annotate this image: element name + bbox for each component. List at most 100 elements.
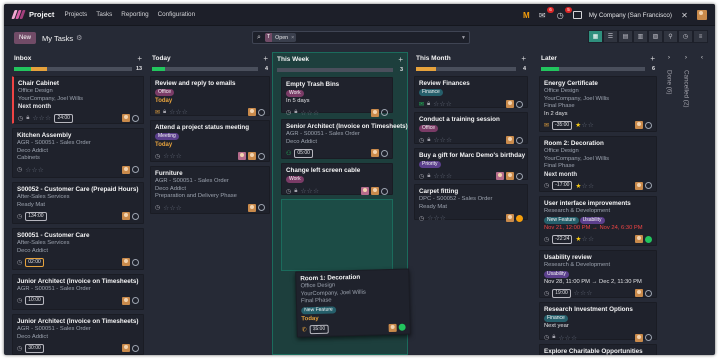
status-icon[interactable] xyxy=(645,334,652,341)
status-warning-icon[interactable] xyxy=(516,214,523,222)
priority-stars[interactable]: ☆☆☆ xyxy=(574,289,593,297)
assignee-avatar[interactable] xyxy=(248,203,256,212)
column-title[interactable]: Inbox xyxy=(14,55,31,62)
status-icon[interactable] xyxy=(132,166,139,173)
task-card[interactable]: S00052 - Customer Care (Prepaid Hours) A… xyxy=(12,182,144,224)
task-card[interactable]: Room 2: Decoration Office Design YourCom… xyxy=(539,136,657,192)
clock-icon[interactable]: ◷ xyxy=(544,334,549,341)
assignee-avatar[interactable] xyxy=(122,212,130,220)
status-icon[interactable] xyxy=(258,204,265,211)
assignee-avatar[interactable] xyxy=(371,187,379,195)
task-card[interactable]: Review and reply to emails Office Today … xyxy=(150,76,270,116)
status-icon[interactable] xyxy=(132,114,139,122)
status-icon[interactable] xyxy=(132,297,139,304)
column-progress-bar[interactable] xyxy=(14,66,132,71)
company-switcher[interactable]: My Company (San Francisco) xyxy=(589,12,672,19)
task-card[interactable]: Explore Charitable Opportunities xyxy=(539,344,657,355)
task-card[interactable]: Carpet fitting DPC - S00052 - Sales Orde… xyxy=(414,184,528,222)
assignee-avatar[interactable] xyxy=(122,344,130,352)
quick-create-icon[interactable]: + xyxy=(521,54,526,63)
clock-icon[interactable]: ◷ xyxy=(544,290,549,297)
quick-create-icon[interactable]: + xyxy=(650,54,655,63)
priority-stars[interactable]: ☆☆☆ xyxy=(32,114,51,122)
column-progress-bar[interactable] xyxy=(277,67,393,72)
priority-stars[interactable]: ☆☆☆ xyxy=(25,166,44,174)
email-activity-icon[interactable]: ✉ xyxy=(419,101,424,108)
status-icon[interactable] xyxy=(645,121,652,129)
quick-create-icon[interactable]: + xyxy=(263,54,268,63)
assignee-avatar[interactable] xyxy=(506,214,514,222)
assignee-avatar[interactable] xyxy=(635,333,643,342)
assignee-avatar[interactable] xyxy=(506,136,514,144)
priority-stars[interactable]: ☆☆☆ xyxy=(427,214,446,222)
menu-projects[interactable]: Projects xyxy=(64,11,87,18)
column-title[interactable]: Today xyxy=(152,55,171,62)
clock-icon[interactable]: ◷ xyxy=(17,345,22,352)
task-card[interactable]: Furniture AGR - S00051 - Sales Order Dec… xyxy=(150,166,270,214)
task-card[interactable]: Chair Cabinet Office Design YourCompany,… xyxy=(12,76,144,124)
folded-column-cancelled[interactable]: › Cancelled (2) xyxy=(678,52,694,355)
task-card[interactable]: Attend a project status meeting Meeting … xyxy=(150,120,270,162)
assignee-avatar[interactable] xyxy=(635,289,643,297)
user-avatar[interactable] xyxy=(697,10,707,20)
clock-icon[interactable]: ◷ xyxy=(544,182,549,189)
status-icon[interactable] xyxy=(258,108,265,116)
task-card[interactable]: Usability review Research & Development … xyxy=(539,250,657,298)
status-icon[interactable] xyxy=(381,187,388,195)
task-card[interactable]: Change left screen cable Work ◷ 🔒︎ ☆☆☆ xyxy=(281,163,393,195)
priority-stars[interactable]: ☆☆☆ xyxy=(300,187,319,195)
assignee-avatar[interactable] xyxy=(635,121,643,129)
assignee-avatar[interactable] xyxy=(635,181,643,190)
activity-clock-icon[interactable]: ◷ 5 xyxy=(555,6,572,21)
status-icon[interactable] xyxy=(132,258,139,266)
assignee-avatar[interactable] xyxy=(371,149,379,157)
task-card[interactable]: Junior Architect (Invoice on Timesheets)… xyxy=(12,314,144,355)
assignee-avatar[interactable] xyxy=(635,235,643,243)
clock-icon[interactable]: ◷ xyxy=(17,213,22,220)
assignee-avatar[interactable] xyxy=(248,108,256,116)
menu-configuration[interactable]: Configuration xyxy=(158,11,195,18)
priority-stars[interactable]: ☆☆☆ xyxy=(163,152,182,160)
assignee-avatar[interactable] xyxy=(506,172,514,180)
clock-icon[interactable]: ◷ xyxy=(17,166,22,173)
task-card[interactable]: User interface improvements Research & D… xyxy=(539,196,657,246)
dragged-task-card[interactable]: Room 1: Decoration Office Design YourCom… xyxy=(295,268,411,338)
assignee-avatar[interactable] xyxy=(122,258,130,266)
assignee-avatar[interactable] xyxy=(388,323,397,332)
column-title[interactable]: This Month xyxy=(416,55,451,62)
status-icon[interactable] xyxy=(258,152,265,160)
list-view-icon[interactable]: ☰ xyxy=(603,30,618,43)
assignee-avatar[interactable] xyxy=(122,165,130,174)
status-icon[interactable] xyxy=(381,109,388,116)
messages-icon[interactable]: ✉ 6 xyxy=(537,6,554,21)
menu-tasks[interactable]: Tasks xyxy=(96,11,112,18)
assignee-avatar[interactable] xyxy=(371,108,379,117)
assignee-avatar[interactable] xyxy=(496,172,504,180)
task-card[interactable]: S00051 - Customer Care After-Sales Servi… xyxy=(12,228,144,270)
search-bar[interactable]: ⌕ T Open × ▼ xyxy=(252,31,470,44)
status-icon[interactable] xyxy=(132,212,139,220)
clock-icon[interactable]: ◷ xyxy=(17,297,22,304)
person-activity-icon[interactable]: ⚇ xyxy=(286,150,291,157)
column-progress-bar[interactable] xyxy=(152,66,258,71)
clock-icon[interactable]: ◷ xyxy=(155,153,160,160)
task-card[interactable]: Kitchen Assembly AGR - S00051 - Sales Or… xyxy=(12,128,144,178)
status-icon[interactable] xyxy=(398,323,406,331)
unfold-arrow-icon[interactable]: › xyxy=(678,52,694,64)
task-card[interactable]: Review Finances Finance ✉ 🔒︎ ☆☆☆ xyxy=(414,76,528,108)
status-icon[interactable] xyxy=(516,172,523,180)
gantt-view-icon[interactable]: ≡ xyxy=(693,30,708,43)
m-logo-icon[interactable]: M xyxy=(523,11,530,20)
priority-stars[interactable]: ☆☆☆ xyxy=(433,100,452,108)
clock-icon[interactable]: ◷ xyxy=(17,259,22,266)
email-activity-icon[interactable]: ✉ xyxy=(544,122,549,129)
email-activity-icon[interactable]: ✉ xyxy=(155,109,160,116)
column-progress-bar[interactable] xyxy=(541,66,645,71)
task-card[interactable]: Research Investment Options Finance Next… xyxy=(539,302,657,342)
clock-icon[interactable]: ◷ xyxy=(286,109,291,116)
quick-create-icon[interactable]: + xyxy=(137,54,142,63)
phone-activity-icon[interactable]: ✆ xyxy=(302,326,307,333)
status-icon[interactable] xyxy=(132,344,139,352)
status-icon[interactable] xyxy=(645,182,652,189)
remove-filter-icon[interactable]: × xyxy=(291,35,296,41)
